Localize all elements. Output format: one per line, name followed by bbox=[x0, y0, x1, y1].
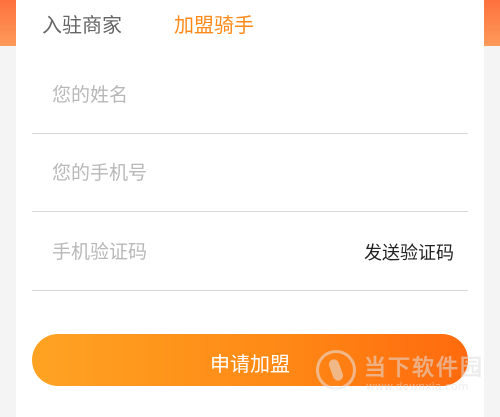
tab-merchant-join[interactable]: 入驻商家 bbox=[42, 12, 122, 38]
top-right-accent-bar bbox=[482, 0, 500, 46]
apply-join-button[interactable]: 申请加盟 bbox=[32, 334, 468, 386]
name-field-row bbox=[32, 56, 468, 134]
code-field-row: 发送验证码 bbox=[32, 213, 468, 291]
join-form-card: 入驻商家 加盟骑手 发送验证码 申请加盟 bbox=[16, 0, 484, 417]
phone-field-row bbox=[32, 134, 468, 212]
tab-bar: 入驻商家 加盟骑手 bbox=[16, 0, 484, 52]
apply-join-label: 申请加盟 bbox=[210, 352, 290, 376]
name-input[interactable] bbox=[52, 56, 352, 133]
send-code-button[interactable]: 发送验证码 bbox=[364, 239, 454, 265]
phone-input[interactable] bbox=[52, 134, 352, 211]
tab-rider-join[interactable]: 加盟骑手 bbox=[174, 12, 254, 38]
verification-code-input[interactable] bbox=[52, 213, 352, 290]
